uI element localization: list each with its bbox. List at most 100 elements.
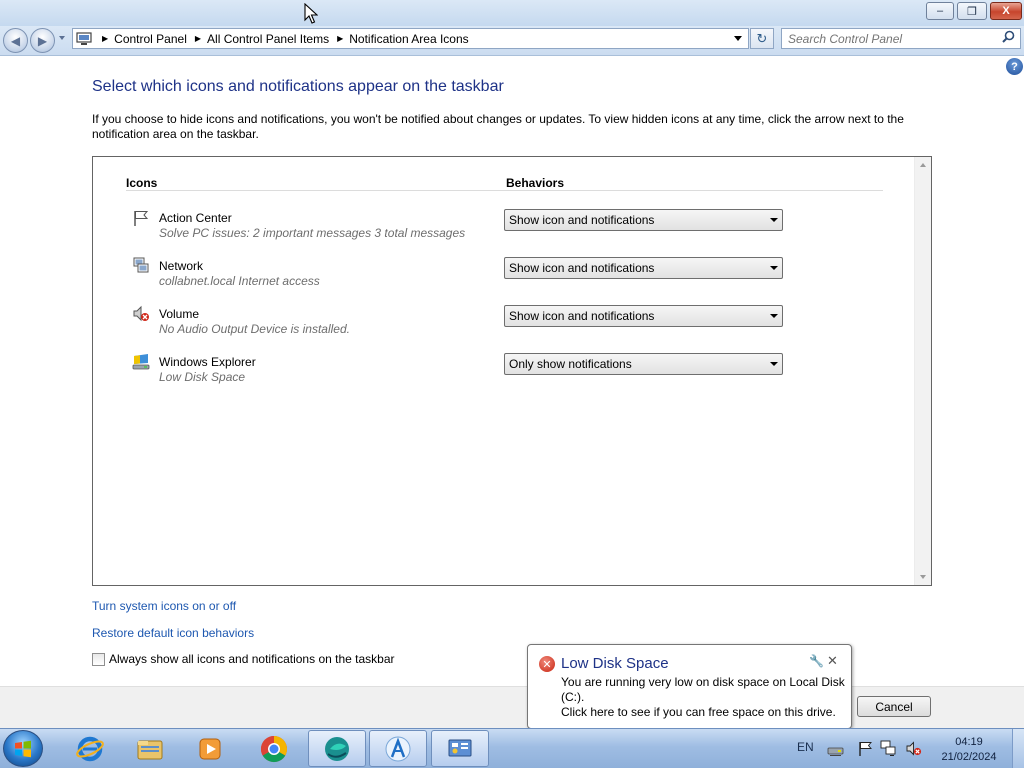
- chrome-icon: [260, 735, 288, 762]
- volume-muted-tray-icon[interactable]: [905, 740, 922, 757]
- scroll-up-icon[interactable]: [920, 163, 926, 167]
- turn-system-icons-link[interactable]: Turn system icons on or off: [92, 599, 236, 613]
- refresh-button[interactable]: ↻: [750, 28, 774, 49]
- mouse-cursor-icon: [304, 3, 318, 24]
- low-disk-space-balloon[interactable]: ✕ Low Disk Space You are running very lo…: [527, 644, 852, 737]
- page-title: Select which icons and notifications app…: [92, 78, 504, 95]
- flag-icon: [134, 211, 149, 226]
- windows-logo-icon: [15, 740, 31, 757]
- breadcrumb-notification-area-icons[interactable]: Notification Area Icons: [349, 32, 468, 46]
- always-show-all-checkbox[interactable]: Always show all icons and notifications …: [92, 652, 395, 666]
- breadcrumb-separator-icon[interactable]: ▶: [195, 34, 201, 43]
- taskbar-windows-explorer[interactable]: [121, 730, 179, 767]
- drive-icon: [132, 354, 150, 370]
- address-dropdown-icon[interactable]: [734, 36, 742, 41]
- help-icon: ?: [1011, 60, 1018, 73]
- start-button[interactable]: [3, 730, 43, 767]
- list-item: Windows Explorer Low Disk Space Only sho…: [93, 353, 893, 393]
- screen: – ❐ X ◀ ▶ ▶ Control Panel ▶ All Control …: [0, 0, 1024, 768]
- taskbar: EN 04:19 21/02/2024: [0, 728, 1024, 768]
- wrench-icon[interactable]: 🔧: [809, 654, 824, 668]
- maximize-button[interactable]: ❐: [957, 2, 987, 20]
- taskbar-active-app[interactable]: [308, 730, 366, 767]
- chevron-down-icon: [770, 314, 778, 318]
- checkbox-label: Always show all icons and notifications …: [109, 652, 395, 666]
- minimize-button[interactable]: –: [926, 2, 954, 20]
- breadcrumb-separator-icon[interactable]: ▶: [337, 34, 343, 43]
- checkbox-box[interactable]: [92, 652, 105, 666]
- row-description: collabnet.local Internet access: [159, 274, 320, 288]
- address-bar[interactable]: ▶ Control Panel ▶ All Control Panel Item…: [72, 28, 749, 49]
- balloon-title: Low Disk Space: [561, 655, 669, 672]
- vertical-scrollbar[interactable]: [914, 157, 931, 585]
- restore-default-behaviors-link[interactable]: Restore default icon behaviors: [92, 626, 254, 640]
- behavior-value: Show icon and notifications: [509, 261, 655, 275]
- breadcrumb-all-items[interactable]: All Control Panel Items: [207, 32, 329, 46]
- column-header-behaviors: Behaviors: [506, 176, 565, 190]
- ie-icon: [76, 736, 104, 761]
- behavior-dropdown-network[interactable]: Show icon and notifications: [504, 257, 783, 279]
- row-name: Windows Explorer: [159, 355, 256, 369]
- breadcrumb-control-panel[interactable]: Control Panel: [114, 32, 187, 46]
- minimize-icon: –: [936, 5, 944, 17]
- computer-icon: [76, 31, 92, 45]
- clock-date: 21/02/2024: [941, 751, 997, 763]
- help-button[interactable]: ?: [1006, 58, 1023, 75]
- behavior-dropdown-volume[interactable]: Show icon and notifications: [504, 305, 783, 327]
- close-button[interactable]: X: [990, 2, 1022, 20]
- behavior-value: Show icon and notifications: [509, 213, 655, 227]
- back-button[interactable]: ◀: [3, 28, 28, 53]
- error-icon: ✕: [539, 656, 555, 672]
- row-name: Volume: [159, 307, 200, 321]
- chevron-down-icon: [770, 266, 778, 270]
- behavior-value: Only show notifications: [509, 357, 632, 371]
- media-player-icon: [199, 738, 221, 759]
- forward-button[interactable]: ▶: [30, 28, 55, 53]
- taskbar-media-player[interactable]: [181, 730, 239, 767]
- behavior-dropdown-windows-explorer[interactable]: Only show notifications: [504, 353, 783, 375]
- list-item: Action Center Solve PC issues: 2 importa…: [93, 209, 893, 249]
- balloon-body[interactable]: You are running very low on disk space o…: [561, 675, 846, 720]
- taskbar-internet-explorer[interactable]: [61, 730, 119, 767]
- app-globe-icon: [325, 736, 349, 761]
- restore-icon: ❐: [967, 5, 977, 18]
- recent-pages-dropdown-icon[interactable]: [59, 36, 65, 40]
- language-indicator[interactable]: EN: [797, 740, 814, 754]
- title-bar: – ❐ X: [0, 0, 1024, 26]
- control-panel-icon: [448, 739, 472, 756]
- show-desktop-button[interactable]: [1012, 729, 1024, 768]
- refresh-icon: ↻: [756, 30, 768, 46]
- search-input[interactable]: [788, 29, 998, 48]
- network-tray-icon[interactable]: [880, 740, 897, 757]
- taskbar-control-panel[interactable]: [431, 730, 489, 767]
- network-icon: [133, 257, 149, 273]
- cancel-button[interactable]: Cancel: [857, 696, 931, 717]
- app-a-icon: [385, 736, 411, 761]
- chevron-down-icon: [770, 218, 778, 222]
- row-description: Low Disk Space: [159, 370, 246, 384]
- row-description: Solve PC issues: 2 important messages 3 …: [159, 226, 466, 240]
- scroll-down-icon[interactable]: [920, 575, 926, 579]
- breadcrumb-separator-icon[interactable]: ▶: [102, 34, 108, 43]
- close-icon: X: [1002, 5, 1010, 17]
- close-icon[interactable]: ✕: [827, 653, 838, 669]
- taskbar-app-a[interactable]: [369, 730, 427, 767]
- forward-arrow-icon: ▶: [37, 33, 48, 48]
- header-divider: [126, 190, 883, 191]
- folder-icon: [137, 740, 163, 759]
- intro-text: If you choose to hide icons and notifica…: [92, 112, 904, 141]
- clock-time: 04:19: [955, 736, 983, 748]
- action-center-flag-icon[interactable]: [857, 740, 874, 757]
- behavior-dropdown-action-center[interactable]: Show icon and notifications: [504, 209, 783, 231]
- search-icon[interactable]: [1002, 30, 1015, 43]
- taskbar-chrome[interactable]: [245, 730, 303, 767]
- back-arrow-icon: ◀: [10, 33, 21, 48]
- clock[interactable]: 04:19 21/02/2024: [936, 735, 1002, 765]
- row-name: Network: [159, 259, 204, 273]
- column-header-icons: Icons: [126, 176, 158, 190]
- row-description: No Audio Output Device is installed.: [159, 322, 350, 336]
- drive-warning-icon[interactable]: [827, 740, 844, 757]
- list-item: Volume No Audio Output Device is install…: [93, 305, 893, 345]
- search-box[interactable]: [781, 28, 1021, 49]
- navigation-bar: ◀ ▶ ▶ Control Panel ▶ All Control Panel …: [0, 26, 1024, 56]
